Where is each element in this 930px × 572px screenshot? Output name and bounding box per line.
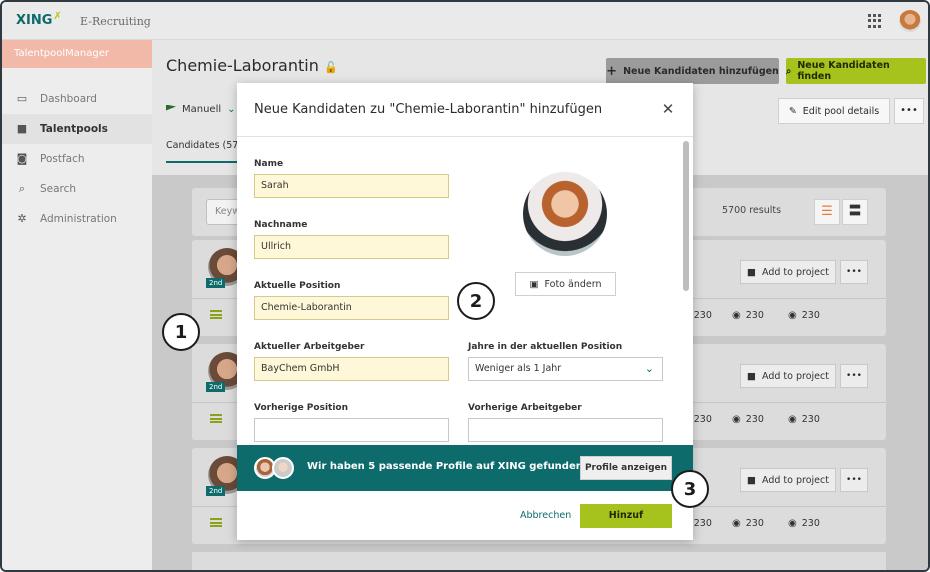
view-stat: ◉230 (788, 310, 820, 321)
chevron-down-icon: ⌄ (644, 362, 654, 375)
eye-icon: ◉ (732, 310, 741, 321)
name-field[interactable]: Sarah (254, 174, 449, 198)
cancel-button[interactable]: Abbrechen (520, 510, 571, 521)
employer-field[interactable]: BayChem GmbH (254, 357, 449, 381)
callout-2: 2 (457, 282, 495, 320)
nachname-label: Nachname (254, 220, 308, 230)
sidebar-item-talentpools[interactable]: ■ Talentpools (2, 114, 152, 144)
chat-icon: ◙ (16, 152, 28, 165)
card-more-button[interactable]: ••• (840, 468, 868, 492)
gear-icon: ✲ (17, 212, 27, 225)
notes-icon[interactable] (210, 414, 222, 423)
folder-icon: ■ (747, 266, 757, 278)
years-select[interactable]: Weniger als 1 Jahr ⌄ (468, 357, 663, 381)
divider (237, 136, 693, 137)
image-icon: ▣ (529, 278, 539, 290)
eye-icon: ◉ (732, 414, 741, 425)
eye-icon: ◉ (788, 518, 797, 529)
compact-view-icon[interactable]: 〓 (842, 199, 868, 225)
callout-3: 3 (671, 470, 709, 508)
search-icon: ⌕ (18, 182, 26, 195)
connection-badge: 2nd (206, 382, 226, 392)
sidebar-item-search[interactable]: ⌕ Search (2, 174, 152, 204)
close-icon[interactable]: ✕ (657, 98, 679, 120)
prev-position-field[interactable] (254, 418, 449, 442)
connection-badge: 2nd (206, 278, 226, 288)
eye-icon: ◉ (788, 414, 797, 425)
show-profiles-button[interactable]: Profile anzeigen (580, 456, 672, 480)
candidate-photo (523, 172, 607, 256)
modal-title: Neue Kandidaten zu "Chemie-Laborantin" h… (254, 102, 603, 117)
grid-icon[interactable] (868, 14, 882, 28)
folder-icon: ■ (747, 474, 757, 486)
find-candidates-button[interactable]: ⌕ Neue Kandidaten finden (786, 58, 926, 84)
pencil-icon: ✎ (788, 105, 797, 117)
tab-candidates[interactable]: Candidates (570 (166, 140, 245, 163)
add-to-project-button[interactable]: ■ Add to project (740, 260, 836, 284)
sidebar-item-dashboard[interactable]: ▭ Dashboard (2, 84, 152, 114)
sidebar-item-postfach[interactable]: ◙ Postfach (2, 144, 152, 174)
card-more-button[interactable]: ••• (840, 364, 868, 388)
prev-employer-field[interactable] (468, 418, 663, 442)
lock-icon[interactable]: 🔓 (324, 61, 338, 74)
match-banner: Wir haben 5 passende Profile auf XING ge… (237, 445, 693, 491)
add-candidates-button[interactable]: + Neue Kandidaten hinzufügen (606, 58, 779, 84)
add-to-project-button[interactable]: ■ Add to project (740, 364, 836, 388)
card-more-button[interactable]: ••• (840, 260, 868, 284)
results-count: 5700 results (722, 205, 782, 216)
edit-pool-button[interactable]: ✎ Edit pool details (778, 98, 890, 124)
view-stat: ◉230 (788, 414, 820, 425)
user-avatar[interactable] (899, 10, 921, 32)
position-field[interactable]: Chemie-Laborantin (254, 296, 449, 320)
sort-dropdown[interactable]: Manuell ⌄ (166, 104, 236, 115)
sidebar: TalentpoolManager ▭ Dashboard ■ Talentpo… (2, 40, 152, 570)
flag-icon (166, 104, 176, 111)
profile-avatar (272, 457, 294, 479)
notes-icon[interactable] (210, 518, 222, 527)
sidebar-item-administration[interactable]: ✲ Administration (2, 204, 152, 234)
folder-icon: ■ (747, 370, 757, 382)
search-icon: ⌕ (786, 65, 792, 77)
connection-badge: 2nd (206, 486, 226, 496)
folder-icon: ■ (16, 122, 28, 135)
years-label: Jahre in der aktuellen Position (468, 342, 623, 352)
name-label: Name (254, 159, 284, 169)
change-photo-button[interactable]: ▣ Foto ändern (515, 272, 616, 296)
xing-logo[interactable]: XING✗ (16, 11, 62, 28)
callout-1: 1 (162, 313, 200, 351)
eye-icon: ◉ (732, 518, 741, 529)
match-text: Wir haben 5 passende Profile auf XING ge… (307, 461, 583, 472)
view-stat: ◉230 (732, 518, 764, 529)
plus-icon: + (606, 63, 618, 79)
top-bar: XING✗ E-Recruiting (2, 2, 928, 40)
view-stat: ◉230 (732, 310, 764, 321)
list-view-icon[interactable]: ☰ (814, 199, 840, 225)
prev-employer-label: Vorherige Arbeitgeber (468, 403, 582, 413)
notes-icon[interactable] (210, 310, 222, 319)
chevron-down-icon: ⌄ (227, 104, 236, 115)
submit-button[interactable]: Hinzuf (580, 504, 672, 528)
position-label: Aktuelle Position (254, 281, 341, 291)
scrollbar[interactable] (683, 141, 689, 291)
add-to-project-button[interactable]: ■ Add to project (740, 468, 836, 492)
employer-label: Aktueller Arbeitgeber (254, 342, 365, 352)
sidebar-title: TalentpoolManager (2, 40, 152, 68)
page-title: Chemie-Laborantin 🔓 (166, 56, 338, 75)
monitor-icon: ▭ (16, 92, 28, 105)
candidate-card-partial (192, 552, 886, 570)
more-options-button[interactable]: ••• (894, 98, 924, 124)
product-name: E-Recruiting (80, 15, 151, 28)
app-window: XING✗ E-Recruiting TalentpoolManager ▭ D… (0, 0, 930, 572)
nachname-field[interactable]: Ullrich (254, 235, 449, 259)
view-stat: ◉230 (788, 518, 820, 529)
eye-icon: ◉ (788, 310, 797, 321)
prev-position-label: Vorherige Position (254, 403, 349, 413)
view-stat: ◉230 (732, 414, 764, 425)
